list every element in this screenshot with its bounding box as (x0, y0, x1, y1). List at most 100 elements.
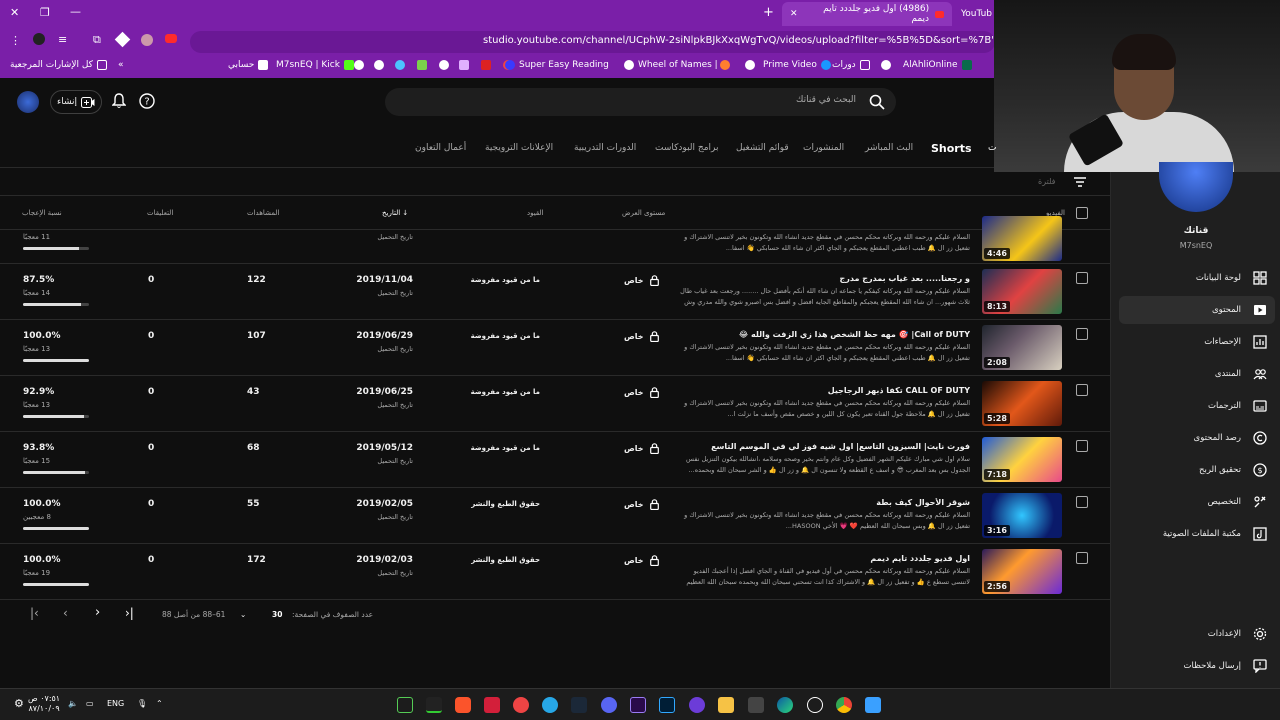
table-row[interactable]: 2:56 اول فديو جلددد تايم ديمم السلام عليكم… (0, 544, 1110, 600)
table-row[interactable]: 3:16 شوقر الأحوال كيف بطة السلام عليكم ورح… (0, 488, 1110, 544)
row-checkbox[interactable] (1076, 384, 1088, 396)
first-page-icon[interactable]: |‹ (30, 606, 39, 620)
show-hidden-icons[interactable]: ⌃ (156, 699, 163, 708)
sidebar-item-audio-library[interactable]: مكتبة الملفات الصوتية (1119, 520, 1275, 548)
visibility-cell[interactable]: خاص (624, 275, 659, 286)
sidebar-item-settings[interactable]: الإعدادات (1119, 620, 1275, 648)
file-explorer-icon[interactable] (718, 697, 734, 713)
table-row-partial[interactable]: 4:46 السلام عليكم ورحمه الله وبركاته محك… (0, 216, 1110, 264)
video-title[interactable]: شوقر الأحوال كيف بطة (670, 498, 970, 507)
row-checkbox[interactable] (1076, 440, 1088, 452)
table-row[interactable]: 8:13 و رجعنا..... بعد غياب بمدرج مدرج السل… (0, 264, 1110, 320)
tab-partial[interactable]: ت (988, 143, 996, 153)
table-row[interactable]: 2:08 Call of DUTY| 🎯 مهه حظ الشخص هذا زي … (0, 320, 1110, 376)
bookmarks-more-button[interactable]: » (118, 60, 124, 70)
video-title[interactable]: فورت نايت| السيزون التاسع| اول شيه فوز ل… (670, 442, 970, 451)
video-thumbnail[interactable]: 2:08 (982, 325, 1062, 370)
bookmark-alahli[interactable]: AlAhliOnline (903, 60, 972, 70)
address-bar[interactable]: studio.youtube.com/channel/UCphW-2siNlpk… (190, 31, 1094, 53)
sidebar-item-content[interactable]: المحتوى (1119, 296, 1275, 324)
video-thumbnail[interactable]: 2:56 (982, 549, 1062, 594)
edge-icon[interactable] (777, 697, 793, 713)
photoshop-icon[interactable] (659, 697, 675, 713)
column-likes-ratio[interactable]: نسبة الإعجاب (22, 209, 62, 217)
table-row[interactable]: 5:28 CALL OF DUTY تكفا ذبهر الرجاجيل السلا… (0, 376, 1110, 432)
bookmark-icon-only[interactable] (720, 60, 730, 70)
visibility-cell[interactable]: خاص (624, 331, 659, 342)
notification-tray-icon[interactable]: ▭ (86, 699, 94, 708)
brave-icon[interactable] (455, 697, 471, 713)
video-thumbnail[interactable]: 4:46 (982, 216, 1062, 261)
extension-diamond-icon[interactable] (114, 31, 131, 48)
visibility-cell[interactable]: خاص (624, 555, 659, 566)
clock[interactable]: ٠٧:٥١ ص ٨٧/١٠/٠٩ (28, 694, 60, 714)
video-title[interactable]: اول فديو جلددد تايم ديمم (670, 554, 970, 563)
column-date[interactable]: ↓ التاريخ (382, 209, 408, 217)
bookmark-icon-only[interactable] (439, 60, 449, 70)
bookmark-icon-only[interactable] (395, 60, 405, 70)
tab-close-icon[interactable]: ✕ (790, 9, 798, 19)
sidebar-item-dashboard[interactable]: لوحة البيانات (1119, 264, 1275, 292)
bookmark-icon-only[interactable] (745, 60, 755, 70)
rows-per-page-value[interactable]: 30 (272, 610, 282, 619)
new-tab-button[interactable]: + (763, 5, 774, 20)
sidebar-item-monetization[interactable]: تحقيق الربح $ (1119, 456, 1275, 484)
tab-courses[interactable]: الدورات التدريبية (574, 143, 636, 153)
bookmark-courses[interactable]: دورات (832, 60, 870, 70)
tab-collaborations[interactable]: أعمال التعاون (415, 143, 466, 153)
search-icon[interactable] (869, 94, 885, 110)
telegram-icon[interactable] (542, 697, 558, 713)
minimize-window-icon[interactable]: — (70, 5, 81, 18)
language-indicator[interactable]: ENG (107, 699, 124, 708)
create-button[interactable]: إنشاء (50, 90, 102, 114)
column-comments[interactable]: التعليقات (147, 209, 173, 217)
bookmark-icon-only[interactable] (881, 60, 891, 70)
rows-per-page-dropdown-icon[interactable]: ⌄ (240, 610, 246, 619)
bookmark-kick[interactable]: M7snEQ | Kick (276, 60, 354, 70)
last-page-icon[interactable]: ›| (125, 606, 134, 620)
bookmark-icon-only[interactable] (374, 60, 384, 70)
account-avatar[interactable] (17, 91, 39, 113)
sidebar-item-copyright[interactable]: رصد المحتوى (1119, 424, 1275, 452)
video-title[interactable]: و رجعنا..... بعد غياب بمدرج مدرج (670, 274, 970, 283)
next-page-icon[interactable]: › (95, 605, 100, 620)
filter-input[interactable]: فلترة (1038, 177, 1056, 186)
channel-avatar[interactable] (1159, 162, 1233, 212)
video-thumbnail[interactable]: 7:18 (982, 437, 1062, 482)
tab-shorts[interactable]: Shorts (931, 142, 972, 155)
video-thumbnail[interactable]: 5:28 (982, 381, 1062, 426)
restore-window-icon[interactable]: ❐ (40, 6, 50, 19)
help-icon[interactable]: ? (139, 93, 155, 109)
tab-podcasts[interactable]: برامج البودكاست (655, 143, 718, 153)
prev-page-icon[interactable]: ‹ (63, 606, 68, 620)
windows-start-icon[interactable] (865, 697, 881, 713)
discord-icon[interactable] (601, 697, 617, 713)
youtube-extension-icon[interactable] (165, 34, 177, 43)
select-all-checkbox[interactable] (1076, 207, 1088, 219)
store-icon[interactable] (748, 697, 764, 713)
sidebar-item-subtitles[interactable]: الترجمات (1119, 392, 1275, 420)
channel-search-input[interactable]: البحث في قناتك (385, 88, 896, 116)
visibility-cell[interactable]: خاص (624, 387, 659, 398)
bookmark-icon-only[interactable] (417, 60, 427, 70)
volume-icon[interactable]: 🔈 (68, 699, 78, 708)
bookmark-icon-only[interactable] (354, 60, 364, 70)
tab-posts[interactable]: المنشورات (803, 143, 844, 153)
settings-tray-icon[interactable]: ⚙ (14, 697, 24, 710)
bookmark-prime-video[interactable]: Prime Video (763, 60, 831, 70)
video-thumbnail[interactable]: 3:16 (982, 493, 1062, 538)
video-title[interactable]: Call of DUTY| 🎯 مهه حظ الشخص هذا زي الزف… (670, 330, 970, 339)
bookmark-icon-only[interactable] (481, 60, 491, 70)
tab-promotions[interactable]: الإعلانات الترويجية (485, 143, 553, 153)
bookmark-wheel-of-names[interactable]: Wheel of Names | ... (624, 60, 729, 70)
table-row[interactable]: 7:18 فورت نايت| السيزون التاسع| اول شيه ف… (0, 432, 1110, 488)
chrome-icon[interactable] (836, 697, 852, 713)
app-icon[interactable] (689, 697, 705, 713)
bookmark-icon-only[interactable] (459, 60, 469, 70)
tab-live[interactable]: البث المباشر (865, 143, 913, 153)
extensions-puzzle-icon[interactable]: ⧉ (93, 33, 101, 47)
premiere-icon[interactable] (630, 697, 646, 713)
row-checkbox[interactable] (1076, 496, 1088, 508)
column-restrictions[interactable]: القيود (527, 209, 543, 217)
profile-extension-icon[interactable] (141, 34, 153, 46)
